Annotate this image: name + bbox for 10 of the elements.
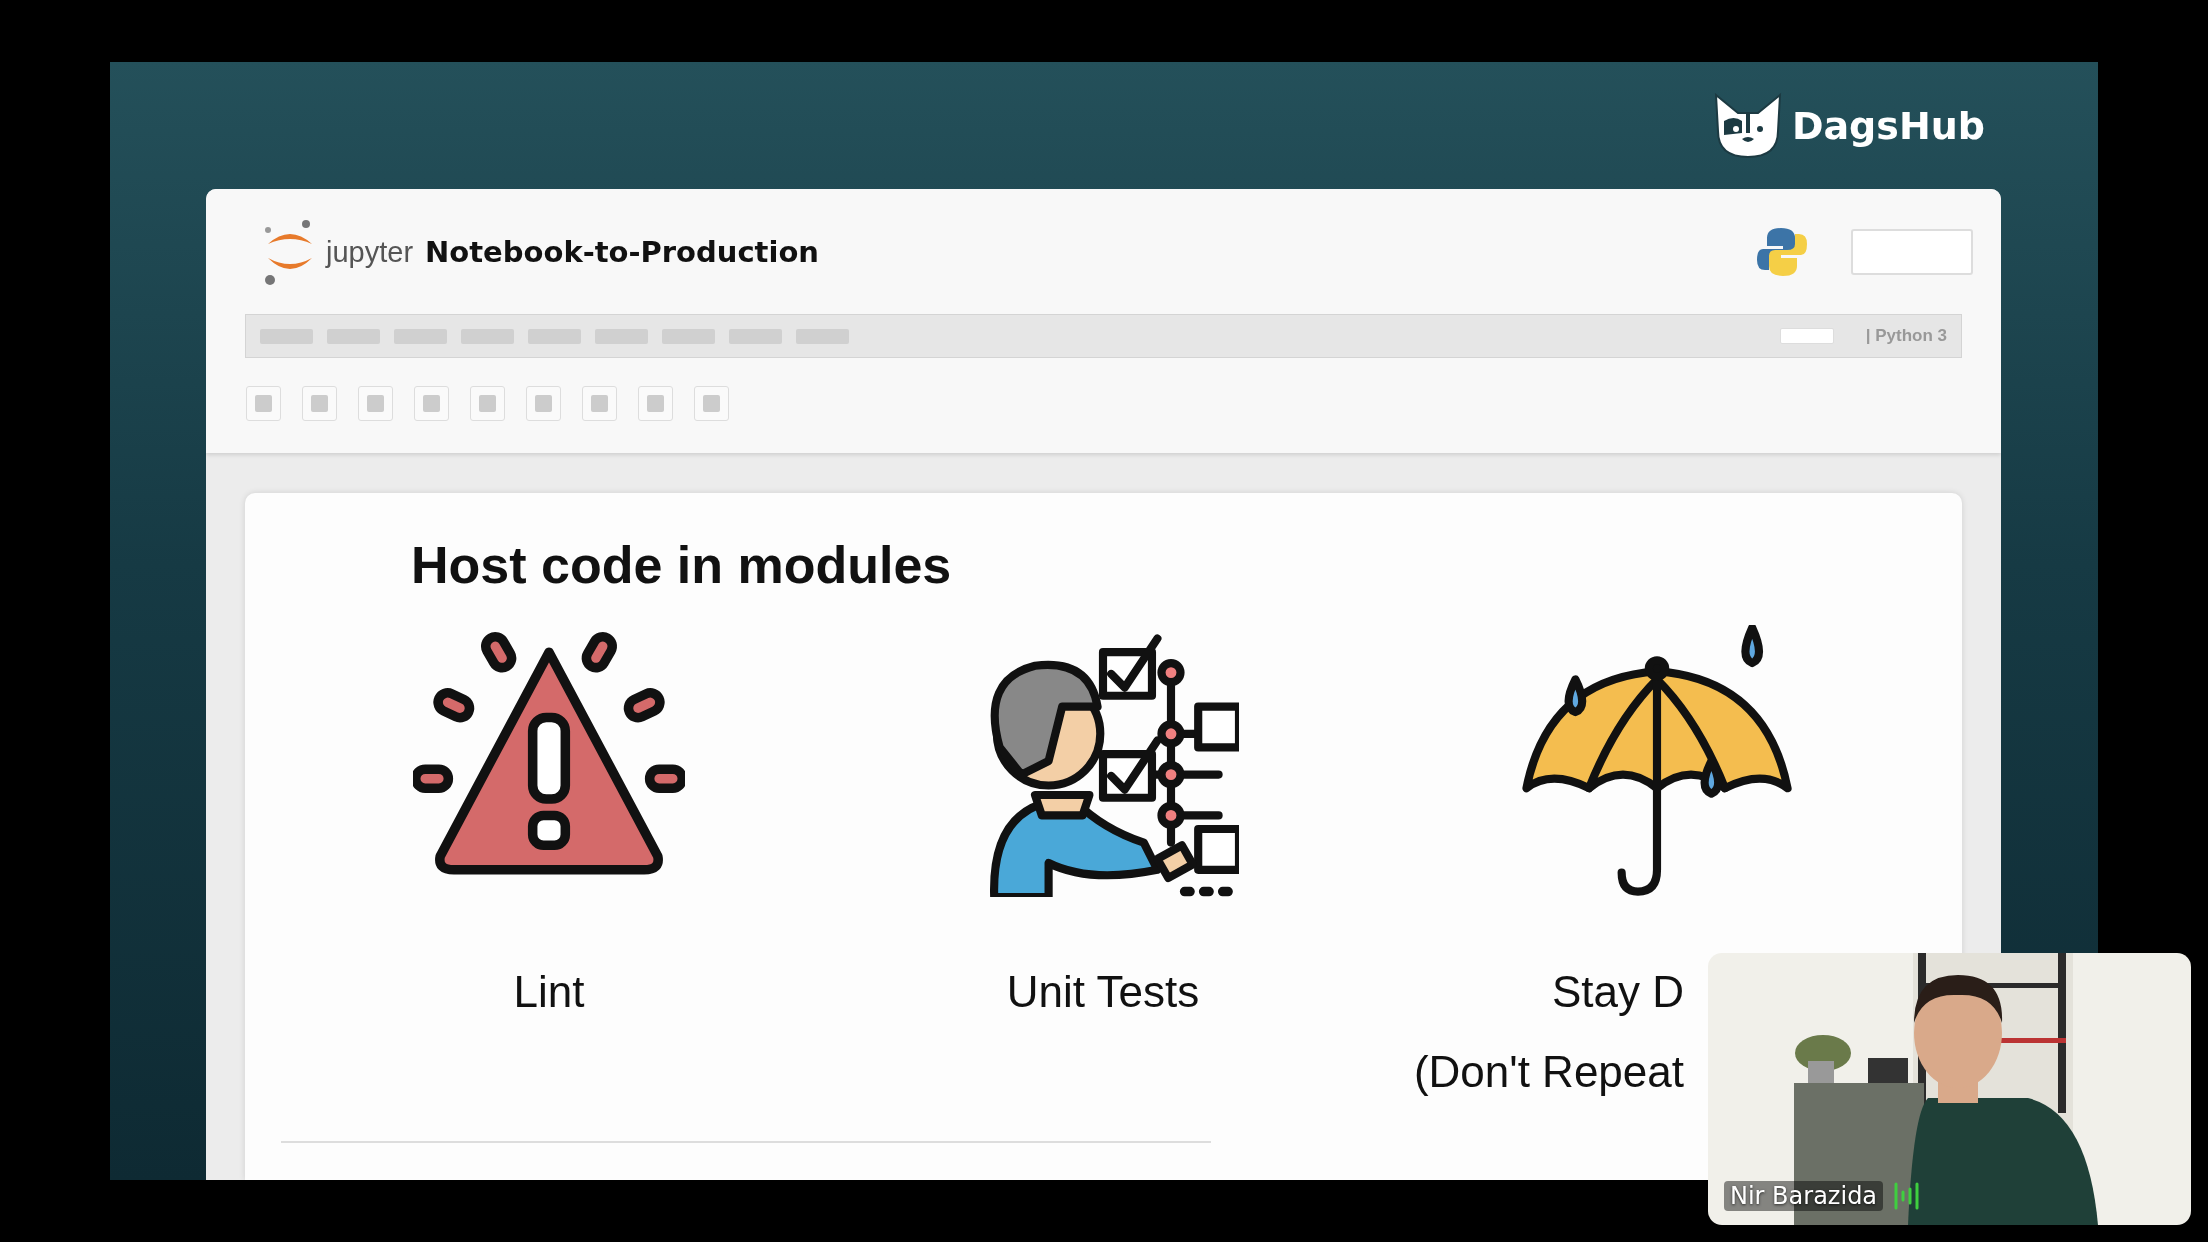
- item-label: Unit Tests: [1006, 967, 1200, 1017]
- brand-name: jupyter: [326, 235, 414, 269]
- notebook-title: Notebook-to-Production: [425, 235, 819, 269]
- item-sublabel: (Don't Repeat: [1413, 1047, 1684, 1097]
- slide-heading: Host code in modules: [411, 535, 953, 595]
- kernel-name: | Python 3: [1865, 326, 1947, 346]
- participant-name: Nir Barazida: [1724, 1181, 1884, 1211]
- logo-text: DagsHub: [1791, 103, 1985, 148]
- item-label: Lint: [513, 967, 585, 1017]
- item-label: Stay D: [1551, 967, 1684, 1017]
